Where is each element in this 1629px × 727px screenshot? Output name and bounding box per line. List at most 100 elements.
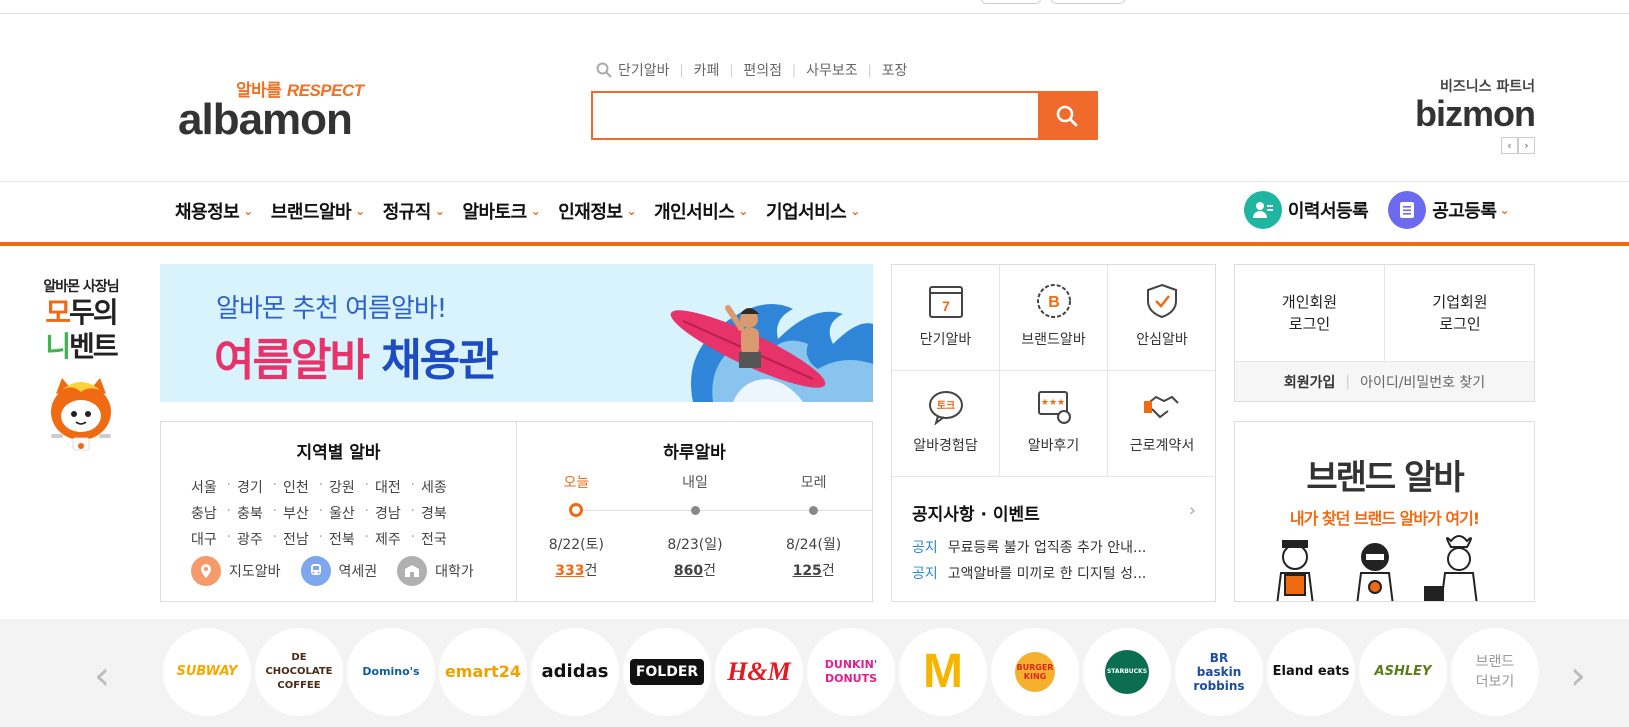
chevron-down-icon: ⌄: [738, 204, 748, 218]
nav-item-talk[interactable]: 알바토크 ⌄: [462, 198, 540, 224]
partner-arrows: ‹ ›: [1501, 137, 1535, 154]
day-tab-after[interactable]: 모레: [801, 472, 827, 492]
city-link[interactable]: 경기: [237, 477, 283, 497]
map-jobs-link[interactable]: 지도알바: [191, 556, 281, 586]
keyword-link[interactable]: 단기알바: [618, 60, 670, 80]
city-link[interactable]: 전국: [421, 529, 467, 549]
notice-section: 공지사항 · 이벤트 › 공지 무료등록 불가 업직종 추가 안내... 공지 고액…: [912, 500, 1202, 583]
signup-link[interactable]: 회원가입: [1284, 372, 1336, 392]
brand-logo-starbucks[interactable]: STARBUCKS: [1083, 628, 1171, 716]
nav-item-fulltime[interactable]: 정규직 ⌄: [383, 198, 445, 224]
partner-prev-button[interactable]: ‹: [1501, 137, 1518, 154]
keyword-link[interactable]: 편의점: [743, 60, 782, 80]
city-link[interactable]: 광주: [237, 529, 283, 549]
city-link[interactable]: 울산: [329, 503, 375, 523]
daily-count-after[interactable]: 125건: [793, 560, 835, 580]
brand-logo-dominos[interactable]: Domino's: [347, 628, 435, 716]
brand-logo-adidas[interactable]: adidas: [531, 628, 619, 716]
daily-count-tomorrow[interactable]: 860건: [674, 560, 716, 580]
partner-next-button[interactable]: ›: [1518, 137, 1535, 154]
owner-event-promo[interactable]: 알바몬 사장님 모두의 니벤트: [26, 276, 136, 461]
service-contract[interactable]: 근로계약서: [1108, 371, 1216, 477]
brand-logo-emart24[interactable]: emart24: [439, 628, 527, 716]
timeline-line: [577, 510, 873, 511]
search-button[interactable]: [1038, 93, 1096, 138]
service-short-term[interactable]: 7 단기알바: [892, 265, 1000, 371]
company-login-button[interactable]: 기업회원 로그인: [1385, 265, 1535, 361]
daily-count-today[interactable]: 333건: [555, 560, 597, 580]
find-account-link[interactable]: 아이디/비밀번호 찾기: [1360, 372, 1485, 392]
service-experience[interactable]: 토크 알바경험담: [892, 371, 1000, 477]
carousel-prev-button[interactable]: ‹: [94, 653, 110, 699]
city-link[interactable]: 충남: [191, 503, 237, 523]
city-link[interactable]: 부산: [283, 503, 329, 523]
top-utility-tab[interactable]: [1051, 0, 1125, 4]
keyword-link[interactable]: 포장: [882, 60, 908, 80]
notice-item[interactable]: 공지 무료등록 불가 업직종 추가 안내...: [912, 537, 1202, 557]
keyword-link[interactable]: 카페: [694, 60, 720, 80]
top-utility-tab[interactable]: [981, 0, 1041, 4]
nav-item-company-service[interactable]: 기업서비스 ⌄: [766, 198, 860, 224]
login-panel: 개인회원 로그인 기업회원 로그인 회원가입 | 아이디/비밀번호 찾기: [1234, 264, 1535, 402]
personal-login-button[interactable]: 개인회원 로그인: [1235, 265, 1385, 361]
brand-logo-folder[interactable]: FOLDER: [623, 628, 711, 716]
surfer-illustration: [670, 304, 873, 402]
city-link[interactable]: 대구: [191, 529, 237, 549]
keyword-link[interactable]: 사무보조: [806, 60, 858, 80]
city-link[interactable]: 인천: [283, 477, 329, 497]
nav-item-jobs[interactable]: 채용정보 ⌄: [175, 198, 253, 224]
brand-badge-icon: B: [1036, 284, 1071, 318]
brand-logo-baskinrobbins[interactable]: BR baskin robbins: [1175, 628, 1263, 716]
service-brand[interactable]: B 브랜드알바: [1000, 265, 1108, 371]
bizmon-partner[interactable]: 비즈니스 파트너 bizmon ‹ ›: [1395, 76, 1536, 154]
city-link[interactable]: 강원: [329, 477, 375, 497]
brand-logo-dunkin[interactable]: DUNKIN' DONUTS: [807, 628, 895, 716]
notice-title[interactable]: 공지사항 · 이벤트: [912, 500, 1202, 525]
station-jobs-link[interactable]: 역세권: [300, 556, 377, 586]
brand-logo-list: SUBWAY DE CHOCOLATE COFFEE Domino's emar…: [163, 628, 1539, 716]
university-jobs-link[interactable]: 대학가: [397, 556, 474, 586]
brand-logo-mcdonalds[interactable]: M: [899, 628, 987, 716]
brand-logo-subway[interactable]: SUBWAY: [163, 628, 251, 716]
search-hint-icon: [596, 62, 612, 78]
nav-item-personal-service[interactable]: 개인서비스 ⌄: [654, 198, 748, 224]
brand-logo-elandeats[interactable]: Eland eats: [1267, 628, 1355, 716]
resume-register-button[interactable]: 이력서등록: [1243, 191, 1369, 229]
resume-register-label: 이력서등록: [1287, 201, 1369, 222]
city-link[interactable]: 전남: [283, 529, 329, 549]
brand-logo-hm[interactable]: H&M: [715, 628, 803, 716]
promo-line1: 알바몬 사장님: [43, 279, 119, 295]
search-input[interactable]: [593, 93, 1038, 138]
quick-keywords: 단기알바 | 카페 | 편의점 | 사무보조 | 포장: [596, 60, 907, 80]
chevron-right-icon[interactable]: ›: [1189, 500, 1196, 521]
city-link[interactable]: 충북: [237, 503, 283, 523]
albamon-logo[interactable]: 알바를 RESPECT albamon: [178, 76, 378, 146]
resume-icon: [1243, 191, 1282, 229]
nav-item-brand[interactable]: 브랜드알바 ⌄: [271, 198, 365, 224]
brand-job-promo[interactable]: 브랜드 알바 내가 찾던 브랜드 알바가 여기!: [1234, 421, 1535, 602]
city-link[interactable]: 경북: [421, 503, 467, 523]
map-pin-icon: [191, 556, 221, 586]
brand-logo-burgerking[interactable]: BURGER KING: [991, 628, 1079, 716]
svg-text:B: B: [1048, 294, 1060, 311]
city-link[interactable]: 서울: [191, 477, 237, 497]
post-register-button[interactable]: 공고등록 ⌄: [1388, 191, 1509, 229]
brand-logo-ashley[interactable]: ASHLEY: [1359, 628, 1447, 716]
nav-item-talent[interactable]: 인재정보 ⌄: [558, 198, 636, 224]
notice-item[interactable]: 공지 고액알바를 미끼로 한 디지털 성...: [912, 563, 1202, 583]
city-link[interactable]: 대전: [375, 477, 421, 497]
brand-logo-dechocolate[interactable]: DE CHOCOLATE COFFEE: [255, 628, 343, 716]
promo-line3: 니벤트: [45, 330, 118, 363]
brand-more-button[interactable]: 브랜드 더보기: [1451, 628, 1539, 716]
service-review[interactable]: ★★★ 알바후기: [1000, 371, 1108, 477]
city-link[interactable]: 세종: [421, 477, 467, 497]
day-tab-today[interactable]: 오늘: [563, 472, 589, 492]
service-safe[interactable]: 안심알바: [1108, 265, 1216, 371]
chevron-down-icon: ⌄: [626, 204, 637, 218]
city-link[interactable]: 제주: [375, 529, 421, 549]
summer-job-banner[interactable]: 알바몬 추천 여름알바! 여름알바 채용관: [160, 264, 873, 402]
carousel-next-button[interactable]: ›: [1570, 653, 1586, 699]
city-link[interactable]: 경남: [375, 503, 421, 523]
city-link[interactable]: 전북: [329, 529, 375, 549]
day-tab-tomorrow[interactable]: 내일: [682, 472, 708, 492]
